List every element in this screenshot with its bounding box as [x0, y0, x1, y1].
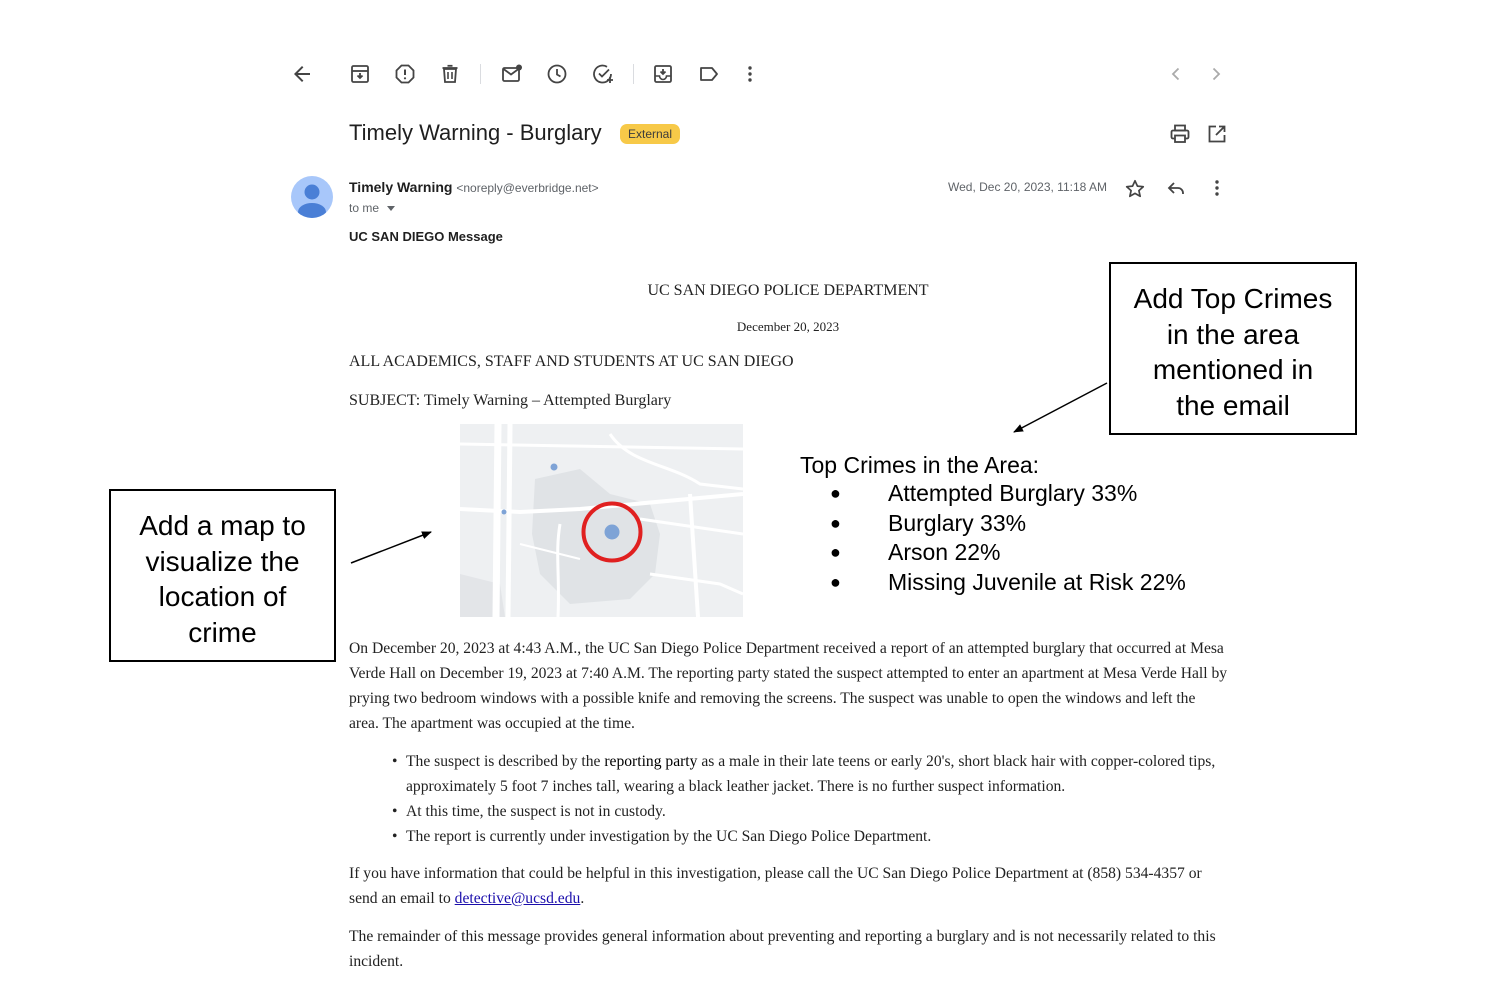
reporting-party-text: reporting party [604, 753, 698, 770]
incident-paragraph: On December 20, 2023 at 4:43 A.M., the U… [349, 640, 1228, 732]
arrow-to-map [350, 531, 432, 564]
general-info-paragraph: The remainder of this message provides g… [349, 928, 1216, 970]
list-item: The suspect is described by the reportin… [392, 749, 1242, 799]
bullet-text: The suspect is described by the [406, 753, 605, 770]
suspect-details-list: The suspect is described by the reportin… [392, 749, 1242, 849]
list-item: At this time, the suspect is not in cust… [392, 799, 1242, 824]
list-item: The report is currently under investigat… [392, 824, 1242, 849]
contact-paragraph: If you have information that could be he… [349, 861, 1229, 911]
detective-email-link[interactable]: detective@ucsd.edu [455, 890, 581, 907]
arrow-to-crimes [1013, 382, 1108, 433]
contact-text-end: . [580, 890, 585, 907]
